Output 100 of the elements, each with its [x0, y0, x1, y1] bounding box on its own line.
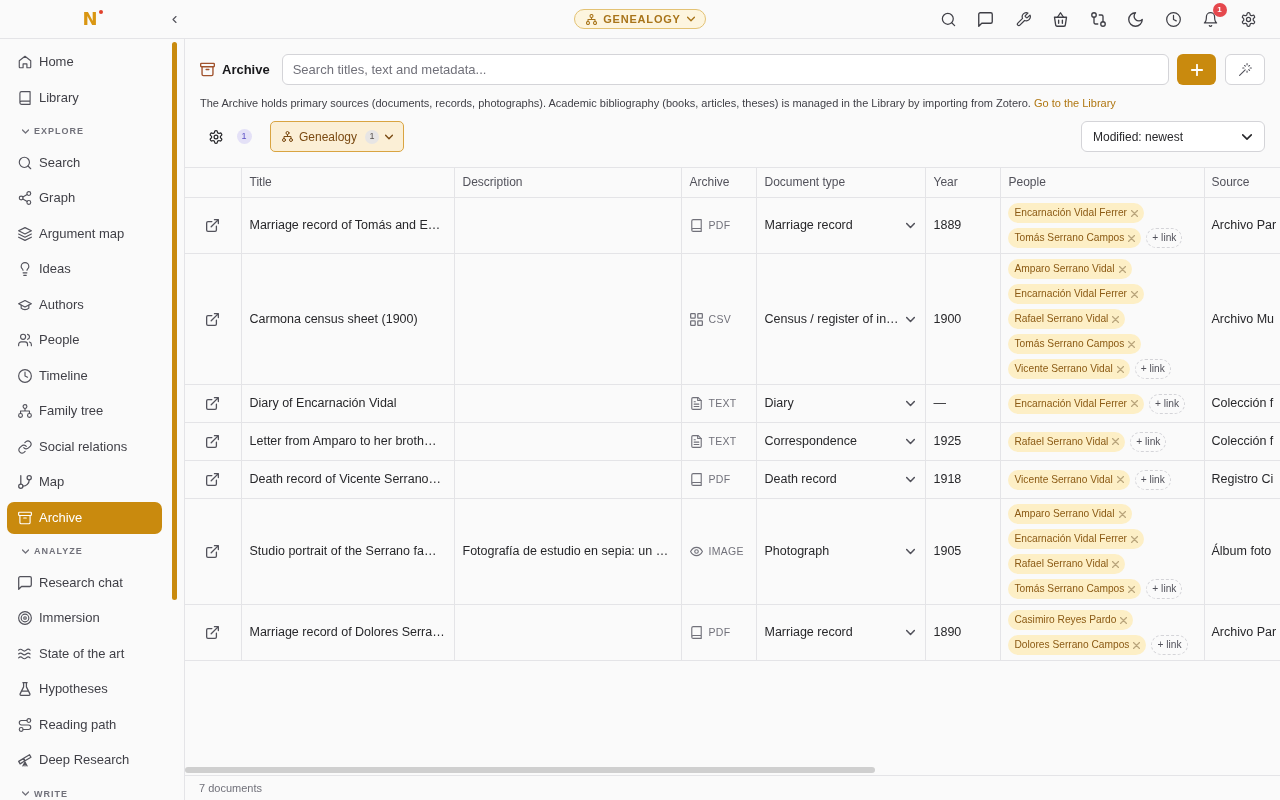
basket-icon[interactable]: [1053, 11, 1068, 27]
sidebar-item[interactable]: Deep Research: [7, 744, 162, 776]
sidebar-item[interactable]: Social relations: [7, 430, 162, 463]
document-type-select[interactable]: Photograph: [764, 543, 917, 560]
person-name: Encarnación Vidal Ferrer: [1014, 533, 1127, 545]
external-link-icon[interactable]: [206, 312, 220, 326]
external-link-icon[interactable]: [206, 626, 220, 640]
waves-icon: [18, 646, 32, 661]
column-header: Document type: [756, 167, 925, 198]
document-type-select[interactable]: Census / register of in…: [764, 310, 917, 328]
sidebar-item[interactable]: Research chat: [7, 566, 162, 599]
book-icon: [689, 626, 703, 639]
description-cell: Fotografía de estudio en sepia: un …: [454, 498, 681, 605]
sidebar-item[interactable]: Argument map: [7, 217, 162, 250]
wrench-icon[interactable]: [1015, 11, 1031, 27]
filter-dropdown[interactable]: Genealogy 1: [270, 121, 405, 152]
section-toggle[interactable]: WRITE: [7, 779, 68, 800]
person-name: Casimiro Reyes Pardo: [1014, 614, 1117, 626]
filter-count: 1: [365, 129, 380, 144]
archive-box-icon: [200, 62, 215, 77]
remove-icon[interactable]: [1112, 560, 1120, 568]
clock-icon[interactable]: [1165, 11, 1181, 27]
section-toggle[interactable]: ANALYZE: [7, 537, 83, 563]
remove-icon[interactable]: [1131, 209, 1138, 217]
search-icon[interactable]: [940, 11, 956, 27]
remove-icon[interactable]: [1128, 234, 1136, 242]
horizontal-scrollbar-thumb[interactable]: [185, 767, 875, 773]
sidebar-scrollbar-thumb[interactable]: [172, 42, 177, 600]
target-icon: [18, 611, 32, 625]
moon-icon[interactable]: [1128, 11, 1143, 27]
sidebar-item[interactable]: State of the art: [7, 637, 162, 670]
sidebar-item[interactable]: Reading path: [7, 708, 162, 741]
year-cell: 1925: [925, 422, 1000, 461]
remove-icon[interactable]: [1120, 616, 1128, 624]
sidebar-item[interactable]: Ideas: [7, 253, 162, 285]
add-button[interactable]: [1177, 54, 1216, 85]
magic-wand-button[interactable]: [1225, 54, 1265, 85]
external-link-icon[interactable]: [206, 397, 220, 411]
remove-icon[interactable]: [1118, 510, 1126, 518]
share-nodes-icon: [18, 191, 32, 205]
chevron-down-icon: [905, 399, 915, 408]
sidebar-item[interactable]: People: [7, 324, 162, 356]
workspace-switcher[interactable]: GENEALOGY: [574, 9, 706, 29]
sidebar-item[interactable]: Family tree: [7, 395, 162, 427]
chevron-down-icon: [905, 475, 915, 484]
search-field[interactable]: Search titles, text and metadata...: [281, 54, 1169, 85]
remove-icon[interactable]: [1116, 476, 1124, 483]
column-header: Archive: [681, 167, 756, 198]
sidebar-item[interactable]: Map: [7, 466, 162, 498]
remove-icon[interactable]: [1131, 290, 1138, 298]
format-label: PDF: [708, 473, 731, 486]
format-label: PDF: [708, 219, 731, 232]
chevron-down-icon: [1242, 131, 1252, 142]
document-icon: [689, 435, 703, 448]
people-icon: [18, 333, 32, 347]
remove-icon[interactable]: [1116, 365, 1124, 373]
library-link[interactable]: Go to the Library: [1033, 97, 1116, 109]
section-toggle[interactable]: EXPLORE: [7, 117, 84, 143]
graduation-cap-icon: [18, 297, 32, 312]
flask-icon: [18, 682, 32, 696]
logo-dot-icon: [98, 10, 103, 14]
settings-icon[interactable]: [209, 129, 223, 144]
family-tree-icon: [586, 13, 598, 25]
sort-select[interactable]: Modified: newest: [1081, 121, 1265, 152]
person-name: Rafael Serrano Vidal: [1014, 435, 1109, 448]
external-link-icon[interactable]: [206, 473, 220, 487]
remove-icon[interactable]: [1112, 315, 1120, 323]
external-link-icon[interactable]: [206, 545, 220, 559]
remove-icon[interactable]: [1112, 438, 1120, 445]
title-cell: Death record of Vicente Serrano…: [241, 460, 454, 499]
sidebar-item[interactable]: Hypotheses: [7, 673, 162, 705]
remove-icon[interactable]: [1131, 400, 1138, 407]
person-name: Dolores Serrano Campos: [1014, 639, 1130, 651]
sidebar-item[interactable]: Timeline: [7, 359, 162, 392]
source-cell: Colección f: [1204, 384, 1280, 423]
title-cell: Diary of Encarnación Vidal: [241, 384, 454, 423]
person-name: Encarnación Vidal Ferrer: [1014, 207, 1127, 219]
chat-icon[interactable]: [978, 11, 993, 27]
settings-icon[interactable]: [1240, 11, 1256, 27]
sidebar-item[interactable]: Authors: [7, 288, 162, 321]
sidebar-item[interactable]: Home: [7, 46, 162, 78]
bell-icon[interactable]: [1203, 11, 1218, 27]
sidebar-item[interactable]: Search: [7, 146, 162, 179]
compare-icon[interactable]: [1090, 11, 1106, 27]
title-cell: Studio portrait of the Serrano fa…: [241, 498, 454, 605]
remove-icon[interactable]: [1131, 535, 1138, 543]
source-cell: Registro Ci: [1204, 460, 1280, 499]
sidebar-item[interactable]: Immersion: [7, 602, 162, 634]
sidebar-item[interactable]: Library: [7, 81, 162, 114]
chevron-left-icon[interactable]: [171, 15, 178, 23]
remove-icon[interactable]: [1128, 340, 1136, 348]
remove-icon[interactable]: [1118, 265, 1126, 273]
external-link-icon[interactable]: [206, 219, 220, 233]
remove-icon[interactable]: [1133, 641, 1141, 649]
page-title: Archive: [222, 60, 270, 79]
title-cell: Marriage record of Tomás and E…: [241, 197, 454, 254]
external-link-icon[interactable]: [206, 435, 220, 449]
sidebar-item[interactable]: Graph: [7, 182, 162, 214]
active-filter-count: 1: [236, 129, 252, 144]
remove-icon[interactable]: [1128, 585, 1136, 593]
